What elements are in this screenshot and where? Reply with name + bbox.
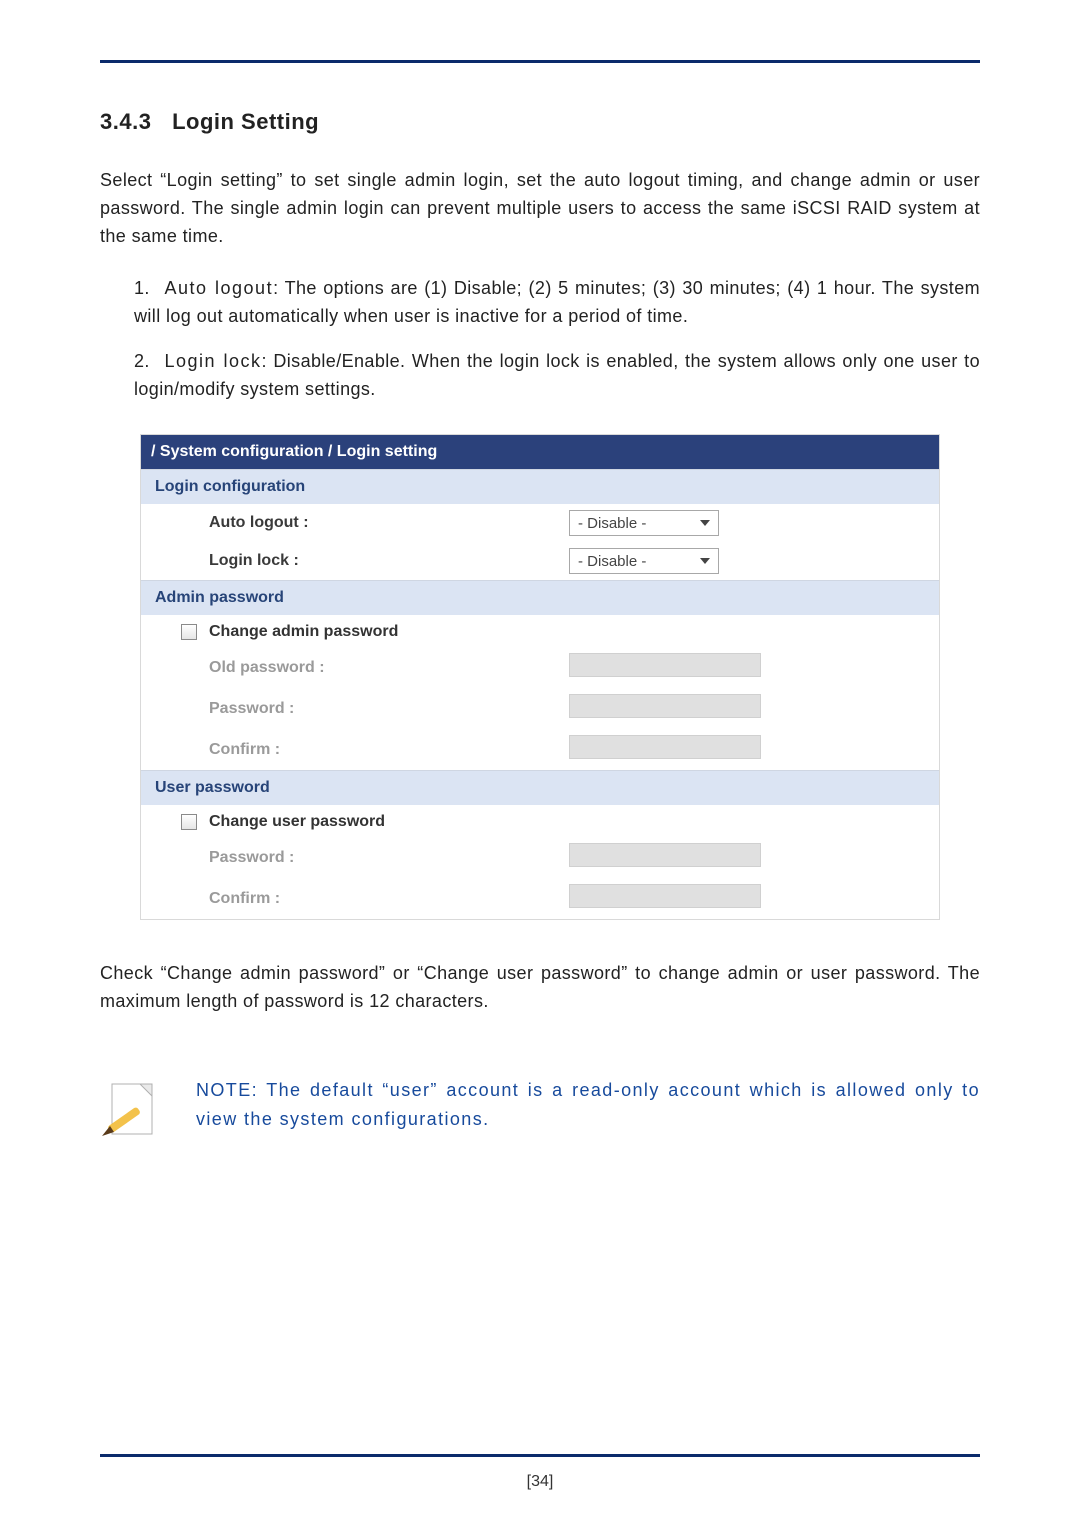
note-block: NOTE: The default “user” account is a re… [100, 1076, 980, 1151]
chevron-down-icon [700, 558, 710, 564]
login-lock-value: - Disable - [578, 553, 646, 570]
list-item-key: Login lock [164, 351, 261, 371]
section-number: 3.4.3 [100, 109, 151, 134]
user-password-header: User password [141, 770, 939, 805]
admin-confirm-input[interactable] [569, 735, 761, 759]
note-icon [100, 1076, 170, 1151]
after-paragraph: Check “Change admin password” or “Change… [100, 960, 980, 1016]
change-user-password-row: Change user password [141, 805, 939, 837]
top-rule [100, 60, 980, 63]
list-item-text: : Disable/Enable. When the login lock is… [134, 351, 980, 399]
old-password-label: Old password : [141, 659, 569, 677]
note-text: NOTE: The default “user” account is a re… [196, 1076, 980, 1134]
list-item-number: 2. [134, 348, 158, 376]
bottom-rule [100, 1454, 980, 1457]
change-admin-password-label: Change admin password [209, 623, 398, 641]
auto-logout-label: Auto logout : [141, 514, 569, 532]
old-password-row: Old password : [141, 647, 939, 688]
chevron-down-icon [700, 520, 710, 526]
user-password-label: Password : [141, 849, 569, 867]
list-item: 2. Login lock: Disable/Enable. When the … [134, 348, 980, 404]
login-lock-row: Login lock : - Disable - [141, 542, 939, 580]
section-title: Login Setting [172, 109, 319, 134]
admin-confirm-row: Confirm : [141, 729, 939, 770]
change-admin-password-checkbox[interactable] [181, 624, 197, 640]
page-number: [34] [0, 1473, 1080, 1491]
admin-password-row: Password : [141, 688, 939, 729]
auto-logout-row: Auto logout : - Disable - [141, 504, 939, 542]
admin-password-header: Admin password [141, 580, 939, 615]
user-confirm-label: Confirm : [141, 890, 569, 908]
list-item-number: 1. [134, 275, 158, 303]
list-item: 1. Auto logout: The options are (1) Disa… [134, 275, 980, 331]
intro-paragraph: Select “Login setting” to set single adm… [100, 167, 980, 251]
auto-logout-select[interactable]: - Disable - [569, 510, 719, 536]
section-heading: 3.4.3 Login Setting [100, 109, 980, 135]
user-confirm-row: Confirm : [141, 878, 939, 919]
user-password-input[interactable] [569, 843, 761, 867]
login-config-header: Login configuration [141, 469, 939, 504]
admin-confirm-label: Confirm : [141, 741, 569, 759]
change-user-password-checkbox[interactable] [181, 814, 197, 830]
list-item-key: Auto logout [164, 278, 273, 298]
numbered-list: 1. Auto logout: The options are (1) Disa… [100, 275, 980, 405]
admin-password-label: Password : [141, 700, 569, 718]
user-confirm-input[interactable] [569, 884, 761, 908]
login-lock-select[interactable]: - Disable - [569, 548, 719, 574]
old-password-input[interactable] [569, 653, 761, 677]
breadcrumb: / System configuration / Login setting [141, 435, 939, 469]
login-setting-panel: / System configuration / Login setting L… [140, 434, 940, 920]
auto-logout-value: - Disable - [578, 515, 646, 532]
user-password-row: Password : [141, 837, 939, 878]
admin-password-input[interactable] [569, 694, 761, 718]
login-lock-label: Login lock : [141, 552, 569, 570]
change-user-password-label: Change user password [209, 813, 385, 831]
change-admin-password-row: Change admin password [141, 615, 939, 647]
